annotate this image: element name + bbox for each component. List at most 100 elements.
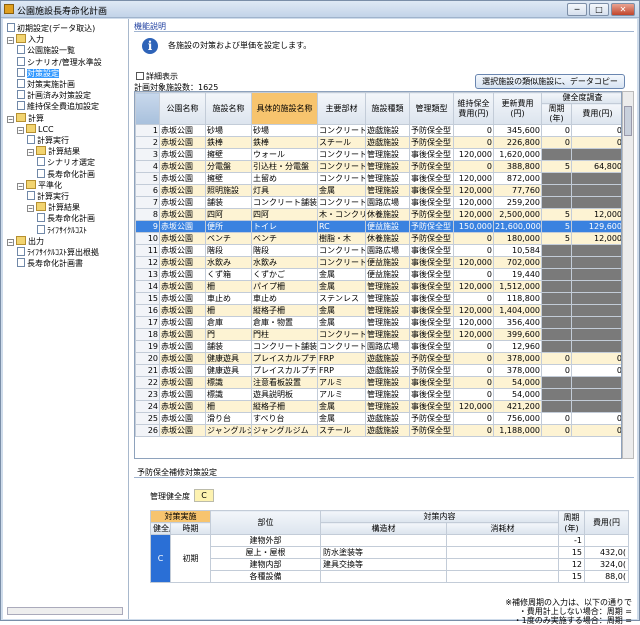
tree-item[interactable]: 対策実施計画 — [17, 79, 75, 90]
table-cell[interactable]: 1,620,000 — [493, 148, 542, 161]
table-cell[interactable]: 0 — [453, 424, 494, 437]
table-cell[interactable]: 378,000 — [493, 364, 542, 377]
table-cell[interactable]: 遊戯施設 — [365, 412, 410, 425]
table-cell[interactable]: 事後保全型 — [409, 340, 454, 353]
table-cell[interactable]: 0 — [571, 364, 621, 377]
table-cell[interactable]: 赤坂公園 — [159, 376, 206, 389]
table-cell[interactable]: 赤坂公園 — [159, 268, 206, 281]
table-cell[interactable]: 9 — [135, 220, 160, 233]
tree-horizontal-scrollbar[interactable] — [7, 607, 123, 615]
table-cell[interactable]: 車止め — [251, 292, 318, 305]
table-cell[interactable]: 13 — [135, 268, 160, 281]
table-cell[interactable]: 注意看板設置 — [251, 376, 318, 389]
table-cell[interactable]: 管理施設 — [365, 160, 410, 173]
table-cell[interactable]: すべり台 — [251, 412, 318, 425]
table-cell[interactable]: コンクリート — [317, 160, 366, 173]
table-cell[interactable]: 5 — [541, 220, 572, 233]
tree-item[interactable]: 初期設定(データ取込) — [7, 23, 95, 34]
table-cell[interactable]: 5 — [541, 208, 572, 221]
table-cell[interactable]: 赤坂公園 — [159, 160, 206, 173]
table-cell[interactable]: ジャングルジム — [205, 424, 252, 437]
detail-display-checkbox[interactable]: 詳細表示 — [136, 71, 178, 82]
table-row[interactable]: 15 赤坂公園 車止め 車止め ステンレス 管理施設 事後保全型 0 118,800 — [135, 292, 621, 305]
table-cell[interactable]: 赤坂公園 — [159, 208, 206, 221]
table-cell[interactable]: 0 — [571, 136, 621, 149]
table-cell[interactable] — [571, 244, 621, 257]
table-cell[interactable]: 赤坂公園 — [159, 364, 206, 377]
table-cell[interactable]: 12,000 — [571, 232, 621, 245]
maximize-button[interactable]: □ — [589, 3, 609, 16]
table-row[interactable]: 6 赤坂公園 照明施設 灯具 金属 管理施設 事後保全型 120,000 77,760 — [135, 184, 621, 197]
corner-header[interactable] — [135, 92, 160, 125]
table-cell[interactable] — [571, 304, 621, 317]
table-cell[interactable] — [571, 340, 621, 353]
table-cell[interactable]: 赤坂公園 — [159, 184, 206, 197]
table-cell[interactable]: 赤坂公園 — [159, 388, 206, 401]
table-cell[interactable]: 予防保全型 — [409, 160, 454, 173]
table-cell[interactable]: 129,600 — [571, 220, 621, 233]
tree-item[interactable]: 長寿命化計画 — [37, 213, 95, 224]
table-cell[interactable]: 0 — [453, 292, 494, 305]
table-cell[interactable]: 259,200 — [493, 196, 542, 209]
table-cell[interactable]: 1,188,000 — [493, 424, 542, 437]
table-cell[interactable]: 予防保全型 — [409, 364, 454, 377]
table-row[interactable]: 2 赤坂公園 鉄棒 鉄棒 スチール 遊戯施設 予防保全型 0 226,800 0 0 — [135, 136, 621, 149]
table-cell[interactable]: 事後保全型 — [409, 376, 454, 389]
table-cell[interactable] — [541, 340, 572, 353]
header-material[interactable]: 主要部材 — [317, 92, 366, 125]
table-cell[interactable]: 階段 — [205, 244, 252, 257]
table-cell[interactable]: 11 — [135, 244, 160, 257]
repair-part-cell[interactable]: 各種設備 — [210, 570, 321, 583]
table-cell[interactable]: ジャングルジム — [251, 424, 318, 437]
table-cell[interactable]: 擁壁 — [205, 172, 252, 185]
table-cell[interactable]: 事後保全型 — [409, 292, 454, 305]
tree-item[interactable]: 長寿命化計画 — [37, 168, 95, 180]
table-row[interactable]: 14 赤坂公園柵パイプ柵 金属 管理施設 事後保全型 120,000 1,512,000 — [135, 280, 621, 293]
table-cell[interactable]: 19 — [135, 340, 160, 353]
table-cell[interactable]: 118,800 — [493, 292, 542, 305]
table-cell[interactable]: ベンチ — [251, 232, 318, 245]
header-management-type[interactable]: 管理類型 — [409, 92, 454, 125]
table-cell[interactable] — [541, 304, 572, 317]
table-cell[interactable]: 120,000 — [453, 184, 494, 197]
table-cell[interactable]: 0 — [453, 376, 494, 389]
table-cell[interactable]: 21 — [135, 364, 160, 377]
table-cell[interactable]: スチール — [317, 136, 366, 149]
table-cell[interactable]: スチール — [317, 424, 366, 437]
table-row[interactable]: 1 赤坂公園 砂場 砂場 コンクリート 遊戯施設 予防保全型 0 345,600 0 0 — [135, 124, 621, 137]
table-row[interactable]: 18 赤坂公園門門柱 コンクリート 管理施設 事後保全型 120,000 399,600 — [135, 328, 621, 341]
table-cell[interactable]: くずかご — [251, 268, 318, 281]
table-cell[interactable]: 階段 — [251, 244, 318, 257]
tree-item[interactable]: 対策設定 — [17, 67, 59, 79]
table-cell[interactable]: 0 — [453, 412, 494, 425]
minimize-button[interactable]: ─ — [567, 3, 587, 16]
table-cell[interactable]: 421,200 — [493, 400, 542, 413]
table-cell[interactable] — [571, 292, 621, 305]
collapse-icon[interactable]: − — [17, 126, 24, 134]
table-cell[interactable]: 管理施設 — [365, 292, 410, 305]
table-cell[interactable]: 金属 — [317, 268, 366, 281]
table-cell[interactable]: 23 — [135, 388, 160, 401]
table-cell[interactable]: 赤坂公園 — [159, 244, 206, 257]
table-cell[interactable]: 12 — [135, 256, 160, 269]
table-cell[interactable]: 0 — [541, 136, 572, 149]
table-cell[interactable] — [571, 328, 621, 341]
table-cell[interactable]: パイプ柵 — [251, 280, 318, 293]
table-cell[interactable] — [571, 280, 621, 293]
table-cell[interactable]: 7 — [135, 196, 160, 209]
table-cell[interactable]: 15 — [135, 292, 160, 305]
table-row[interactable]: 17 赤坂公園 倉庫 倉庫・物置 金属 管理施設 事後保全型 120,000 356,400 — [135, 316, 621, 329]
table-cell[interactable]: 鉄棒 — [205, 136, 252, 149]
table-cell[interactable]: 0 — [453, 244, 494, 257]
table-cell[interactable]: コンクリート舗装 — [251, 196, 318, 209]
header-specific-facility[interactable]: 具体的施設名称 — [251, 92, 318, 125]
table-cell[interactable]: 分電盤 — [205, 160, 252, 173]
table-cell[interactable]: 1,512,000 — [493, 280, 542, 293]
table-cell[interactable]: 事後保全型 — [409, 268, 454, 281]
table-cell[interactable]: 120,000 — [453, 256, 494, 269]
table-cell[interactable]: 金属 — [317, 280, 366, 293]
table-row[interactable]: 22 赤坂公園 標識 注意看板設置 アルミ 管理施設 事後保全型 0 54,000 — [135, 376, 621, 389]
table-cell[interactable]: 赤坂公園 — [159, 292, 206, 305]
table-row[interactable]: 8 赤坂公園 四阿 四阿 木・コンクリ 休養施設 予防保全型 120,000 2,500,000… — [135, 208, 621, 221]
table-cell[interactable]: 21,600,000 — [493, 220, 542, 233]
